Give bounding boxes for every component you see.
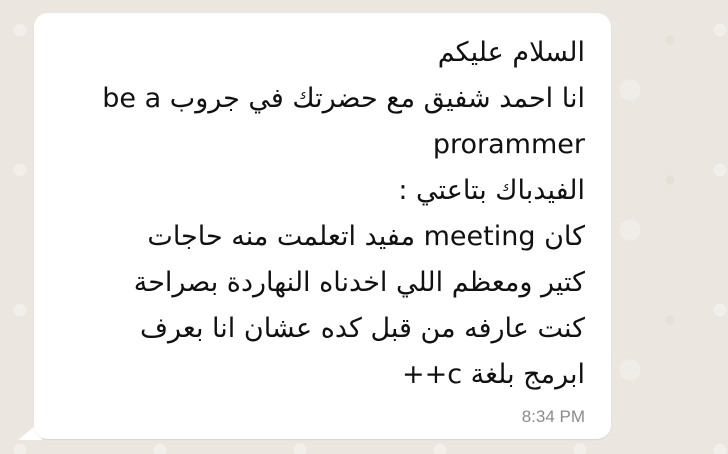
message-line-6: كتير ومعظم اللي اخدناه النهاردة بصراحة	[133, 267, 585, 298]
message-line-2: انا احمد شفيق مع حضرتك في جروب be a	[102, 83, 585, 114]
message-line-8: ابرمج بلغة c++	[401, 359, 585, 390]
message-line-1: السلام عليكم	[437, 37, 585, 68]
message-text: السلام عليكم انا احمد شفيق مع حضرتك في ج…	[45, 30, 585, 398]
message-line-5: كان meeting مفيد اتعلمت منه حاجات	[147, 221, 585, 252]
message-line-4: الفيدباك بتاعتي :	[398, 175, 585, 206]
message-bubble[interactable]: السلام عليكم انا احمد شفيق مع حضرتك في ج…	[34, 13, 611, 439]
message-line-7: كنت عارفه من قبل كده عشان انا بعرف	[140, 313, 585, 344]
message-timestamp: 8:34 PM	[521, 407, 585, 426]
message-line-3: prorammer	[432, 129, 585, 160]
